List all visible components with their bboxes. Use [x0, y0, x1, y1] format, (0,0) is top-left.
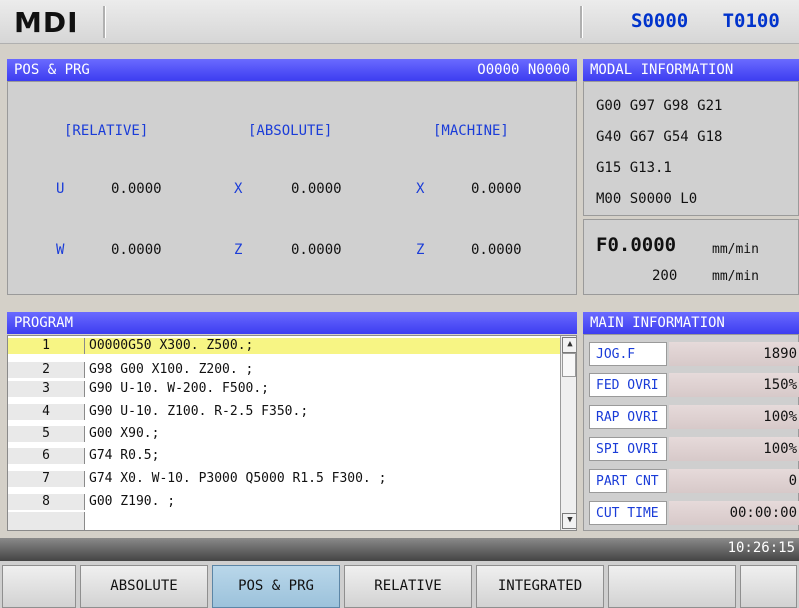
tool-number: T0100: [722, 10, 780, 32]
cut-time-value: 00:00:00: [669, 501, 799, 525]
line-number-gutter: [8, 512, 85, 530]
modal-row: G15 G13.1: [596, 160, 672, 176]
program-line[interactable]: 5 G00 X90.;: [8, 426, 560, 442]
divider: [580, 6, 583, 38]
machine-x-value: 0.0000: [471, 181, 522, 197]
line-text: G74 X0. W-10. P3000 Q5000 R1.5 F300. ;: [89, 471, 387, 486]
program-line[interactable]: 1 O0000G50 X300. Z500.;: [8, 338, 560, 354]
program-header: PROGRAM: [7, 312, 577, 334]
softkey-integrated[interactable]: INTEGRATED: [476, 565, 604, 608]
program-line[interactable]: 8 G00 Z190. ;: [8, 494, 560, 510]
axis-label-z: Z: [416, 242, 425, 258]
main-info-row: CUT TIME 00:00:00: [589, 501, 799, 527]
status-bar: 10:26:15: [0, 538, 799, 561]
softkey-blank[interactable]: [740, 565, 797, 608]
scroll-thumb[interactable]: [562, 353, 576, 377]
modal-header: MODAL INFORMATION: [583, 59, 799, 81]
absolute-heading: [ABSOLUTE]: [248, 123, 333, 139]
rapid-override-label: RAP OVRI: [589, 405, 667, 429]
spindle-override-label: SPI OVRI: [589, 437, 667, 461]
line-text: G98 G00 X100. Z200. ;: [89, 362, 254, 377]
feed-override-label: FED OVRI: [589, 373, 667, 397]
feed-override-value: 150%: [669, 373, 799, 397]
scroll-down-icon[interactable]: ▼: [562, 513, 576, 529]
modal-row: G00 G97 G98 G21: [596, 98, 723, 114]
axis-label-u: U: [56, 181, 65, 197]
main-info-row: FED OVRI 150%: [589, 373, 799, 399]
absolute-z-value: 0.0000: [291, 242, 342, 258]
softkey-pos-prg[interactable]: POS & PRG: [212, 565, 340, 608]
line-number: 7: [8, 471, 85, 487]
program-line[interactable]: 2 G98 G00 X100. Z200. ;: [8, 362, 560, 378]
program-line[interactable]: 4 G90 U-10. Z100. R-2.5 F350.;: [8, 404, 560, 420]
line-number: 5: [8, 426, 85, 442]
program-line[interactable]: 7 G74 X0. W-10. P3000 Q5000 R1.5 F300. ;: [8, 471, 560, 487]
main-info-row: RAP OVRI 100%: [589, 405, 799, 431]
feed-unit: mm/min: [712, 242, 759, 257]
line-number: 6: [8, 448, 85, 464]
line-number: 2: [8, 362, 85, 378]
line-number: 1: [8, 338, 85, 354]
main-info-row: JOG.F 1890: [589, 342, 799, 368]
machine-z-value: 0.0000: [471, 242, 522, 258]
softkey-blank[interactable]: [608, 565, 736, 608]
jog-feed-label: JOG.F: [589, 342, 667, 366]
softkey-absolute[interactable]: ABSOLUTE: [80, 565, 208, 608]
feed-value: F0.0000: [596, 234, 677, 256]
program-scrollbar[interactable]: ▲ ▼: [560, 336, 576, 530]
main-info-header: MAIN INFORMATION: [583, 312, 799, 334]
spindle-speed: S0000: [631, 10, 689, 32]
jog-feed-value: 1890: [669, 342, 799, 366]
relative-u-value: 0.0000: [111, 181, 162, 197]
program-list[interactable]: 1 O0000G50 X300. Z500.; 2 G98 G00 X100. …: [7, 335, 577, 531]
axis-label-x: X: [416, 181, 425, 197]
line-text: G00 X90.;: [89, 426, 160, 441]
feed-sub-unit: mm/min: [712, 269, 759, 284]
program-number: O0000 N0000: [477, 62, 570, 78]
part-count-label: PART CNT: [589, 469, 667, 493]
program-line[interactable]: 3 G90 U-10. W-200. F500.;: [8, 381, 560, 397]
relative-heading: [RELATIVE]: [64, 123, 149, 139]
relative-w-value: 0.0000: [111, 242, 162, 258]
absolute-x-value: 0.0000: [291, 181, 342, 197]
line-text: G90 U-10. W-200. F500.;: [89, 381, 270, 396]
spindle-override-value: 100%: [669, 437, 799, 461]
program-line[interactable]: 6 G74 R0.5;: [8, 448, 560, 464]
softkey-bar: ABSOLUTE POS & PRG RELATIVE INTEGRATED: [0, 561, 799, 608]
pos-prg-header: POS & PRG O0000 N0000: [7, 59, 577, 81]
feed-panel: F0.0000 mm/min 200 mm/min: [583, 219, 799, 295]
feed-sub-value: 200: [652, 268, 678, 284]
position-panel: [RELATIVE] [ABSOLUTE] [MACHINE] U 0.0000…: [7, 81, 577, 295]
modal-panel: G00 G97 G98 G21 G40 G67 G54 G18 G15 G13.…: [583, 81, 799, 216]
scroll-up-icon[interactable]: ▲: [562, 337, 576, 353]
spindle-tool-readout: S0000 T0100: [631, 10, 780, 32]
part-count-value: 0: [669, 469, 799, 493]
top-bar: MDI S0000 T0100: [0, 0, 799, 44]
line-text: G74 R0.5;: [89, 448, 160, 463]
axis-label-z: Z: [234, 242, 243, 258]
line-text: G00 Z190. ;: [89, 494, 176, 509]
line-number: 4: [8, 404, 85, 420]
machine-heading: [MACHINE]: [433, 123, 509, 139]
line-text: O0000G50 X300. Z500.;: [89, 338, 254, 353]
axis-label-w: W: [56, 242, 65, 258]
divider: [103, 6, 106, 38]
line-number: 3: [8, 381, 85, 397]
main-info-row: PART CNT 0: [589, 469, 799, 495]
cut-time-label: CUT TIME: [589, 501, 667, 525]
line-text: G90 U-10. Z100. R-2.5 F350.;: [89, 404, 309, 419]
softkey-blank[interactable]: [2, 565, 76, 608]
line-number: 8: [8, 494, 85, 510]
modal-row: G40 G67 G54 G18: [596, 129, 723, 145]
main-info-row: SPI OVRI 100%: [589, 437, 799, 463]
softkey-relative[interactable]: RELATIVE: [344, 565, 472, 608]
pos-prg-title: POS & PRG: [14, 62, 90, 78]
modal-row: M00 S0000 L0: [596, 191, 698, 207]
rapid-override-value: 100%: [669, 405, 799, 429]
clock: 10:26:15: [727, 540, 795, 556]
axis-label-x: X: [234, 181, 243, 197]
mode-indicator: MDI: [14, 6, 79, 39]
